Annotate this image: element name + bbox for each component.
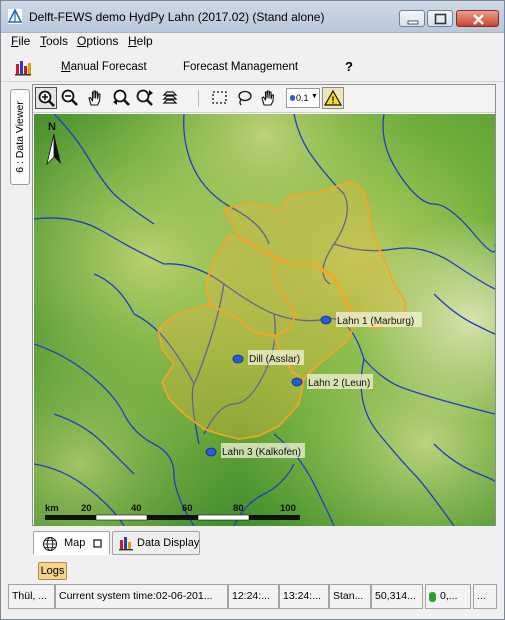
globe-icon: [43, 537, 57, 551]
status-time-a: 12:24:...: [228, 584, 279, 609]
tab-map[interactable]: Map: [33, 531, 110, 555]
warning-icon: !: [323, 89, 343, 107]
threshold-select[interactable]: 0.1 ▼: [286, 88, 320, 108]
minimize-button[interactable]: [399, 10, 425, 27]
pan-hand-icon: [88, 90, 101, 106]
zoom-back-button[interactable]: [110, 87, 132, 109]
tab-map-label: Map: [64, 537, 86, 549]
zoom-out-icon: [61, 89, 78, 106]
maximize-button[interactable]: [427, 10, 453, 27]
maximize-icon: [434, 13, 447, 25]
zoom-back-icon: [113, 89, 130, 106]
fews-app-icon: [8, 9, 22, 24]
status-system-time: Current system time:02-06-201...: [55, 584, 228, 609]
zoom-in-icon: [38, 90, 55, 107]
status-bar: Thül, ... Current system time:02-06-201.…: [1, 584, 504, 610]
menu-tools[interactable]: Tools: [40, 34, 68, 48]
map-svg: N Lahn 1 (Marburg) Dill (Asslar) Lahn 2: [34, 114, 495, 526]
map-canvas[interactable]: N Lahn 1 (Marburg) Dill (Asslar) Lahn 2: [34, 114, 495, 526]
menu-bar: File Tools Options Help: [1, 33, 504, 50]
close-button[interactable]: [456, 10, 499, 27]
window-title: Delft-FEWS demo HydPy Lahn (2017.02) (St…: [29, 10, 325, 24]
pan-button[interactable]: [84, 87, 106, 109]
restore-icon[interactable]: [93, 539, 103, 549]
station-label: Lahn 2 (Leun): [308, 378, 370, 389]
help-button[interactable]: ?: [345, 59, 353, 74]
scale-tick: 100: [280, 503, 296, 514]
zoom-in-button[interactable]: [35, 87, 57, 109]
zoom-out-button[interactable]: [59, 87, 81, 109]
application-window: Delft-FEWS demo HydPy Lahn (2017.02) (St…: [0, 0, 505, 620]
tab-data-viewer-label: 6 : Data Viewer: [14, 101, 26, 173]
scale-tick: 80: [233, 503, 244, 514]
map-toolbar: 0.1 ▼ !: [33, 85, 495, 113]
menu-file[interactable]: File: [11, 34, 30, 48]
tab-data-display-label: Data Display: [137, 537, 200, 549]
station-label: Dill (Asslar): [249, 354, 300, 365]
bar-chart-icon[interactable]: [14, 59, 32, 76]
status-time-b: 13:24:...: [279, 584, 329, 609]
layers-button[interactable]: [160, 87, 182, 109]
logs-button[interactable]: Logs: [38, 562, 67, 580]
forecast-management-button[interactable]: Forecast Management: [183, 61, 298, 73]
select-hand-icon: [261, 90, 275, 106]
manual-forecast-button[interactable]: Manual Forecast: [61, 61, 147, 73]
rectangle-select-button[interactable]: [209, 87, 231, 109]
minimize-icon: [407, 20, 419, 25]
bar-chart-icon: [119, 537, 133, 551]
svg-text:!: !: [331, 96, 334, 107]
station-label: Lahn 3 (Kalkofen): [222, 447, 301, 458]
station-dot-icon: [290, 95, 295, 101]
map-panel: 0.1 ▼ ! N Lahn 1 (Marburg) Dill (Asslar)…: [32, 84, 496, 526]
status-led-icon: [429, 592, 436, 602]
station-lahn-1[interactable]: Lahn 1 (Marburg): [320, 312, 422, 327]
threshold-select-value: 0.1: [296, 93, 309, 103]
tab-data-viewer[interactable]: 6 : Data Viewer: [10, 89, 30, 185]
status-coordinates: 50,314...: [371, 584, 423, 609]
scale-unit: km: [45, 503, 59, 514]
zoom-forward-icon: [136, 89, 153, 106]
title-bar[interactable]: Delft-FEWS demo HydPy Lahn (2017.02) (St…: [1, 1, 504, 33]
menu-options[interactable]: Options: [77, 34, 118, 48]
status-indicator-text: 0,...: [440, 590, 458, 602]
zoom-forward-button[interactable]: [134, 87, 156, 109]
north-label: N: [48, 121, 56, 133]
lasso-select-button[interactable]: [233, 87, 255, 109]
layers-icon: [162, 91, 178, 104]
status-mode: Stan...: [329, 584, 371, 609]
scale-tick: 60: [182, 503, 193, 514]
warning-button[interactable]: !: [322, 87, 344, 109]
station-label: Lahn 1 (Marburg): [337, 316, 414, 327]
scale-tick: 40: [131, 503, 142, 514]
main-toolbar: Manual Forecast Forecast Management ?: [1, 52, 504, 82]
menu-help[interactable]: Help: [128, 34, 153, 48]
dropdown-arrow-icon: ▼: [311, 93, 318, 100]
lasso-select-icon: [238, 90, 252, 106]
toolbar-separator: [198, 90, 199, 107]
rectangle-select-icon: [212, 91, 227, 104]
tab-data-display[interactable]: Data Display: [112, 531, 200, 555]
status-extra: ...: [473, 584, 497, 609]
status-user: Thül, ...: [8, 584, 55, 609]
select-hand-button[interactable]: [258, 87, 280, 109]
scale-tick: 20: [81, 503, 92, 514]
status-indicator: 0,...: [425, 584, 471, 609]
close-icon: [473, 14, 484, 25]
